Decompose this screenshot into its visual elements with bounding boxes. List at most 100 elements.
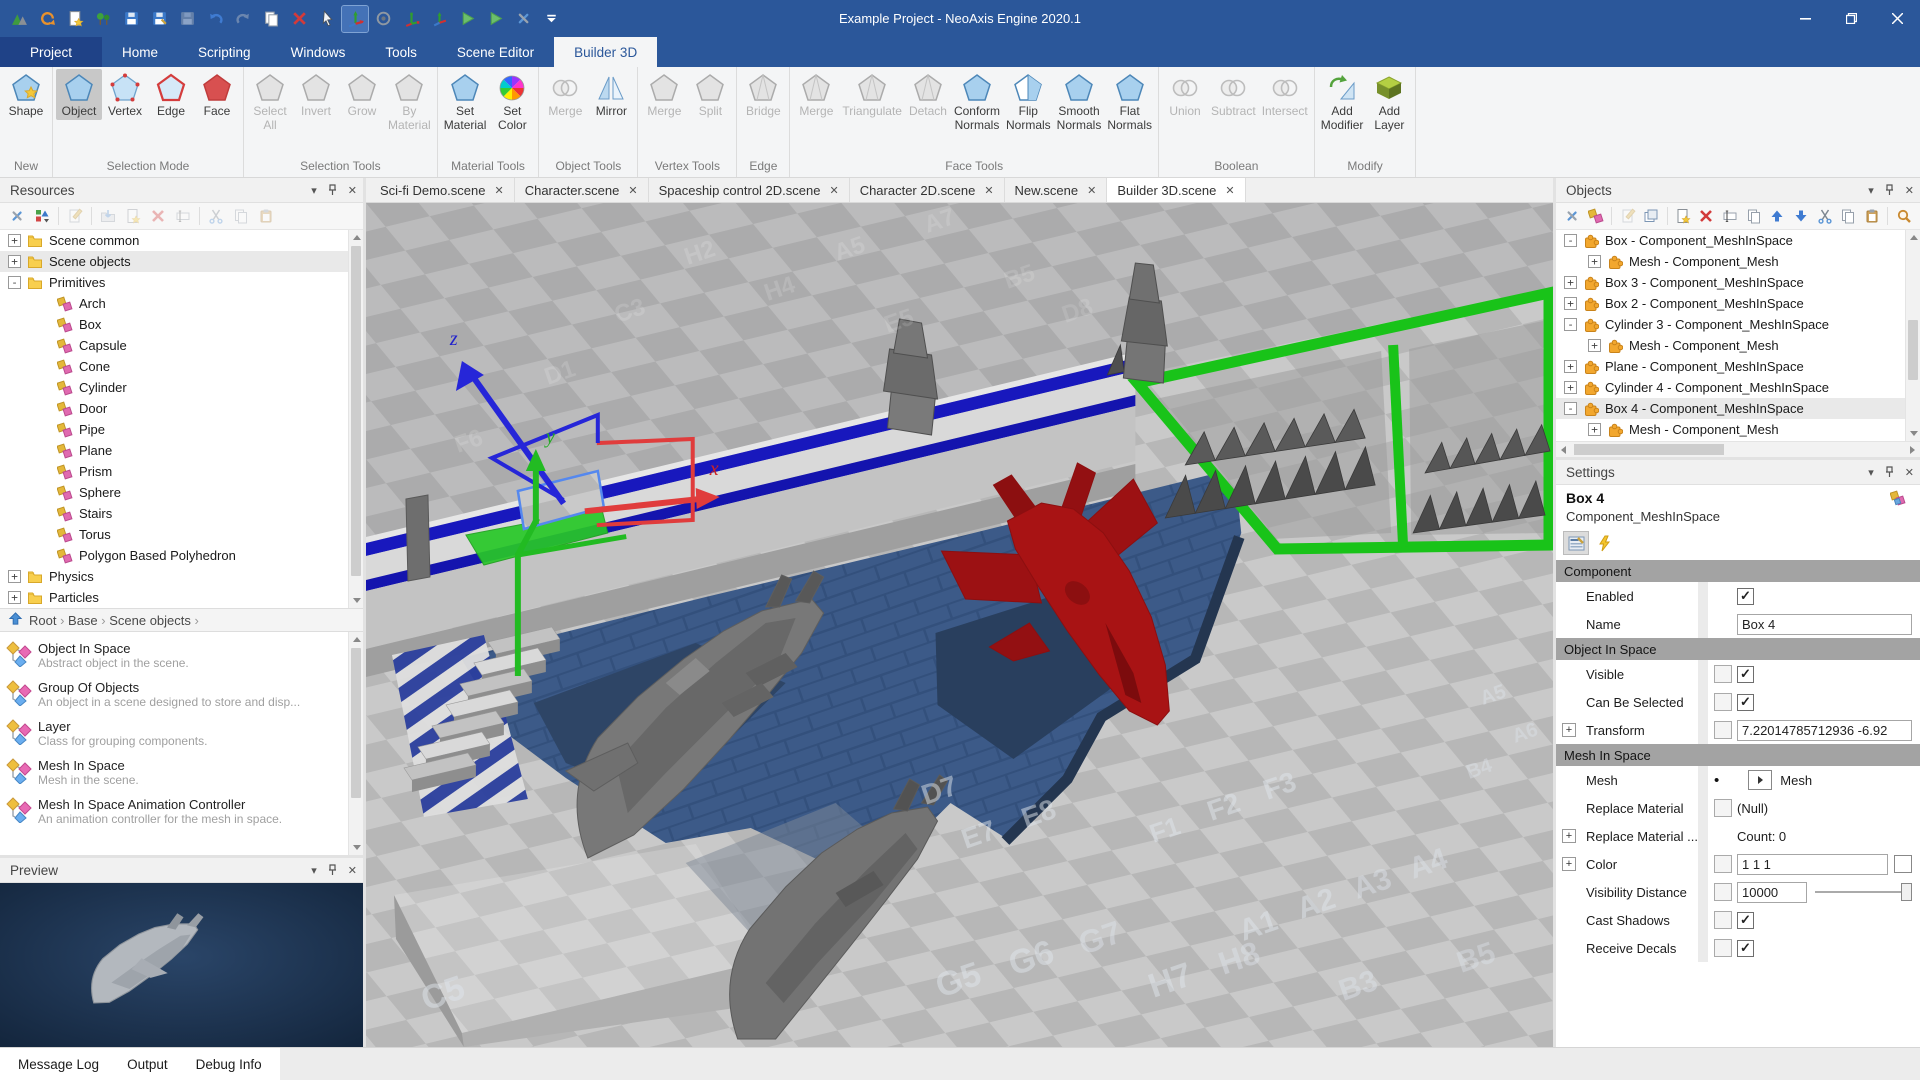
default-value-box[interactable] — [1714, 939, 1732, 957]
scroll-up-button[interactable] — [349, 632, 363, 647]
close-button[interactable] — [1874, 0, 1920, 37]
tree-item-scene-common[interactable]: +Scene common — [0, 230, 363, 251]
scene-render[interactable]: xyz C5G5G6G7H7H8D7E7E8F1F2F3A1A2A3A4B3B5… — [366, 203, 1553, 1047]
windows-icon[interactable] — [1641, 205, 1662, 227]
components-icon[interactable] — [1586, 205, 1607, 227]
bottom-tab-output[interactable]: Output — [113, 1048, 182, 1080]
panel-menu-icon[interactable]: ▾ — [311, 184, 317, 197]
default-value-box[interactable] — [1714, 665, 1732, 683]
tree-item-mesh-component-mesh[interactable]: +Mesh - Component_Mesh — [1556, 419, 1920, 440]
delete-icon[interactable] — [147, 205, 169, 227]
tab-close-icon[interactable]: ✕ — [628, 184, 637, 197]
ribbon-button-shape[interactable]: Shape — [3, 69, 49, 120]
tree-item-torus[interactable]: +Torus — [0, 524, 363, 545]
scroll-down-button[interactable] — [1906, 426, 1920, 441]
expand-icon[interactable]: + — [8, 570, 21, 583]
run-icon[interactable] — [482, 6, 508, 32]
save-icon[interactable] — [118, 6, 144, 32]
edit-icon[interactable] — [1617, 205, 1638, 227]
collapse-icon[interactable]: - — [1564, 402, 1577, 415]
expand-icon[interactable]: + — [1564, 381, 1577, 394]
color-swatch[interactable] — [1894, 855, 1912, 873]
save-as-icon[interactable] — [146, 6, 172, 32]
expand-icon[interactable]: + — [1588, 255, 1601, 268]
tree-item-door[interactable]: +Door — [0, 398, 363, 419]
ribbon-tab-windows[interactable]: Windows — [271, 37, 366, 67]
objects-horizontal-scrollbar[interactable] — [1556, 441, 1920, 457]
ribbon-button-conform-normals[interactable]: Conform Normals — [951, 69, 1003, 134]
collapse-icon[interactable]: - — [1564, 318, 1577, 331]
scene-tab-new-scene[interactable]: New.scene✕ — [1005, 178, 1108, 202]
save-all-icon[interactable] — [174, 6, 200, 32]
tree-item-polygon-based-polyhedron[interactable]: +Polygon Based Polyhedron — [0, 545, 363, 566]
preview-3d-render[interactable] — [0, 883, 363, 1047]
ribbon-button-edge[interactable]: Edge — [148, 69, 194, 120]
tree-item-box-2-component-meshinspace[interactable]: +Box 2 - Component_MeshInSpace — [1556, 293, 1920, 314]
class-item-mesh-in-space[interactable]: Mesh In SpaceMesh in the scene. — [0, 753, 363, 792]
cut-icon[interactable] — [1814, 205, 1835, 227]
tree-item-cylinder-4-component-meshinspace[interactable]: +Cylinder 4 - Component_MeshInSpace — [1556, 377, 1920, 398]
rename-icon[interactable] — [172, 205, 194, 227]
copy-icon[interactable] — [1838, 205, 1859, 227]
ribbon-tab-tools[interactable]: Tools — [365, 37, 437, 67]
tree-item-pipe[interactable]: +Pipe — [0, 419, 363, 440]
collapse-icon[interactable]: - — [1564, 234, 1577, 247]
pin-icon[interactable] — [327, 184, 338, 196]
close-icon[interactable]: ✕ — [348, 184, 357, 197]
scale-tool-icon[interactable] — [398, 6, 424, 32]
ribbon-tab-builder-3d[interactable]: Builder 3D — [554, 37, 657, 67]
tree-item-cylinder[interactable]: +Cylinder — [0, 377, 363, 398]
pin-icon[interactable] — [1884, 184, 1895, 196]
tree-item-cone[interactable]: +Cone — [0, 356, 363, 377]
expand-icon[interactable]: + — [1564, 360, 1577, 373]
expand-icon[interactable]: + — [1564, 297, 1577, 310]
tree-item-sphere[interactable]: +Sphere — [0, 482, 363, 503]
pin-icon[interactable] — [327, 864, 338, 876]
nature-icon[interactable] — [90, 6, 116, 32]
ribbon-button-add-layer[interactable]: Add Layer — [1366, 69, 1412, 134]
display-options-icon[interactable] — [31, 205, 53, 227]
reference-button[interactable] — [1748, 770, 1772, 790]
tools-icon[interactable] — [510, 6, 536, 32]
tree-item-box-3-component-meshinspace[interactable]: +Box 3 - Component_MeshInSpace — [1556, 272, 1920, 293]
ribbon-button-invert[interactable]: Invert — [293, 69, 339, 120]
tree-item-plane-component-meshinspace[interactable]: +Plane - Component_MeshInSpace — [1556, 356, 1920, 377]
expand-icon[interactable]: + — [1588, 339, 1601, 352]
tree-item-cylinder-3-component-meshinspace[interactable]: -Cylinder 3 - Component_MeshInSpace — [1556, 314, 1920, 335]
ribbon-button-flip-normals[interactable]: Flip Normals — [1003, 69, 1054, 134]
tree-item-stairs[interactable]: +Stairs — [0, 503, 363, 524]
move-up-icon[interactable] — [1767, 205, 1788, 227]
class-item-object-in-space[interactable]: Object In SpaceAbstract object in the sc… — [0, 636, 363, 675]
scroll-up-button[interactable] — [349, 230, 363, 245]
cut-icon[interactable] — [205, 205, 227, 227]
tree-item-physics[interactable]: +Physics — [0, 566, 363, 587]
property-expand-icon[interactable]: + — [1562, 723, 1576, 737]
ribbon-button-split[interactable]: Split — [687, 69, 733, 120]
text-field[interactable]: 7.22014785712936 -6.92 — [1737, 720, 1912, 741]
scene-tab-builder-3d-scene[interactable]: Builder 3D.scene✕ — [1107, 178, 1245, 202]
property-expand-icon[interactable]: + — [1562, 829, 1576, 843]
tab-close-icon[interactable]: ✕ — [1087, 184, 1096, 197]
expand-icon[interactable]: + — [8, 255, 21, 268]
scrollbar-thumb[interactable] — [1908, 320, 1918, 380]
breadcrumb-item[interactable]: Root — [29, 613, 56, 628]
checkbox[interactable]: ✓ — [1737, 588, 1754, 605]
select-tool-icon[interactable] — [314, 6, 340, 32]
duplicate-icon[interactable] — [258, 6, 284, 32]
scene-tab-character-2d-scene[interactable]: Character 2D.scene✕ — [850, 178, 1005, 202]
tree-item-capsule[interactable]: +Capsule — [0, 335, 363, 356]
ribbon-button-set-material[interactable]: Set Material — [441, 69, 490, 134]
scrollbar-thumb[interactable] — [351, 648, 361, 798]
expand-icon[interactable]: + — [8, 234, 21, 247]
ribbon-button-smooth-normals[interactable]: Smooth Normals — [1054, 69, 1105, 134]
checkbox[interactable]: ✓ — [1737, 666, 1754, 683]
property-expand-icon[interactable]: + — [1562, 857, 1576, 871]
paste-icon[interactable] — [1862, 205, 1883, 227]
ribbon-button-union[interactable]: Union — [1162, 69, 1208, 120]
tree-item-mesh-component-mesh[interactable]: +Mesh - Component_Mesh — [1556, 251, 1920, 272]
breadcrumb-item[interactable]: Base — [68, 613, 98, 628]
scene-tab-sci-fi-demo-scene[interactable]: Sci-fi Demo.scene✕ — [370, 178, 515, 202]
expand-icon[interactable]: + — [1564, 276, 1577, 289]
tab-close-icon[interactable]: ✕ — [984, 184, 993, 197]
scroll-left-button[interactable] — [1556, 442, 1571, 457]
